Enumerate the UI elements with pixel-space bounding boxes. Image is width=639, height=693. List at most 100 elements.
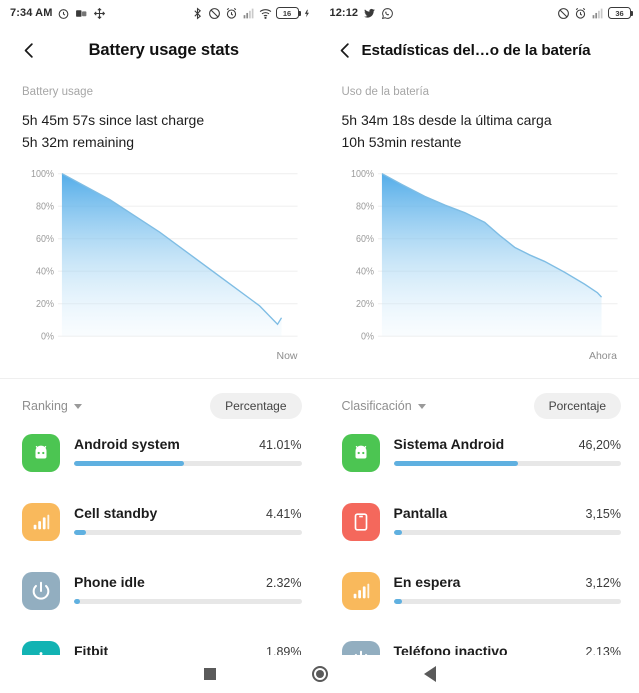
app-name: Sistema Android	[393, 436, 505, 452]
status-time: 12:12	[329, 7, 359, 19]
svg-text:40%: 40%	[36, 266, 54, 276]
usage-progress-fill	[393, 461, 518, 466]
circle-icon	[311, 666, 328, 682]
usage-progress-fill	[74, 599, 81, 604]
app-icon	[22, 503, 60, 541]
list-item[interactable]: Phone idle 2.32%	[22, 569, 302, 638]
battery-chart-svg: 100% 80% 60% 40% 20% 0%	[31, 169, 298, 341]
summary-section-label: Uso de la batería	[341, 86, 430, 98]
ranking-controls: Clasificación Porcentaje	[320, 379, 639, 431]
back-button[interactable]	[334, 31, 358, 69]
usage-progress-track	[74, 599, 302, 604]
recents-button[interactable]	[188, 659, 232, 689]
sort-dropdown[interactable]: Clasificación	[342, 399, 426, 413]
list-item-body: Sistema Android 46,20%	[393, 431, 621, 466]
list-item[interactable]: Android system 41.01%	[22, 431, 302, 500]
teams-icon	[75, 7, 88, 20]
usage-progress-fill	[393, 599, 402, 604]
battery-icon: 36	[608, 7, 633, 19]
dnd-icon	[557, 7, 570, 20]
battery-usage-summary: Uso de la batería 5h 34m 18s desde la úl…	[320, 74, 639, 153]
list-item[interactable]: En espera 3,12%	[341, 569, 621, 638]
svg-text:100%: 100%	[31, 169, 54, 179]
app-name: En espera	[393, 574, 461, 590]
app-name: Pantalla	[393, 505, 448, 521]
dnd-icon	[208, 7, 221, 20]
alarm-icon	[574, 7, 587, 20]
whatsapp-icon	[381, 7, 394, 20]
sort-dropdown[interactable]: Ranking	[22, 399, 82, 413]
battery-chart-right: 100% 80% 60% 40% 20% 0% Ahora	[340, 165, 620, 362]
remaining-text: 5h 32m remaining	[22, 134, 135, 150]
list-item[interactable]: Cell standby 4.41%	[22, 500, 302, 569]
sort-label: Clasificación	[341, 399, 412, 413]
chevron-down-icon	[73, 403, 82, 409]
back-nav-button[interactable]	[408, 659, 452, 689]
list-item-body: Pantalla 3,15%	[393, 500, 621, 535]
list-item-body: Cell standby 4.41%	[74, 500, 302, 535]
app-percent: 3,15%	[585, 507, 621, 521]
android-icon	[355, 445, 366, 459]
home-button[interactable]	[298, 659, 342, 689]
app-percent: 2.32%	[266, 576, 302, 590]
app-percent: 4.41%	[266, 507, 302, 521]
list-item[interactable]: Sistema Android 46,20%	[341, 431, 621, 500]
signal-bars-icon	[33, 514, 50, 530]
app-icon	[341, 503, 380, 541]
battery-chart-left: 100% 80% 60% 40% 20% 0% Now	[20, 165, 300, 362]
status-bar: 12:12 36	[320, 0, 639, 26]
svg-text:20%: 20%	[36, 299, 54, 309]
usage-progress-fill	[74, 530, 86, 535]
remaining-text: 10h 53min restante	[341, 134, 462, 150]
app-usage-list: Android system 41.01% Cell standby 4.41%	[0, 431, 320, 693]
status-bar-right: 36	[557, 7, 633, 20]
chevron-down-icon	[417, 403, 426, 409]
svg-text:0%: 0%	[41, 331, 54, 341]
battery-usage-summary: Battery usage 5h 45m 57s since last char…	[0, 74, 320, 153]
chart-now-label: Now	[276, 350, 298, 362]
android-icon	[35, 445, 47, 459]
svg-text:80%: 80%	[355, 201, 373, 211]
app-name: Cell standby	[74, 505, 158, 521]
svg-text:20%: 20%	[355, 299, 373, 309]
app-usage-list: Sistema Android 46,20% Pantalla 3,15% En…	[320, 431, 639, 693]
svg-text:60%: 60%	[36, 234, 54, 244]
sort-label: Ranking	[22, 399, 68, 413]
chart-now-label: Ahora	[588, 350, 617, 362]
alarm-icon	[225, 7, 238, 20]
charging-bolt-icon	[303, 7, 312, 20]
since-last-charge-text: 5h 34m 18s desde la última carga	[341, 112, 552, 128]
back-button[interactable]	[10, 31, 48, 69]
list-item[interactable]: Pantalla 3,15%	[341, 500, 621, 569]
usage-progress-track	[393, 530, 621, 535]
svg-text:100%: 100%	[350, 169, 373, 179]
percentage-toggle-button[interactable]: Percentage	[210, 393, 302, 419]
power-icon	[32, 581, 50, 600]
usage-progress-fill	[393, 530, 402, 535]
page-title: Battery usage stats	[88, 40, 239, 59]
signal-icon	[242, 7, 255, 20]
battery-icon: 16	[275, 7, 301, 19]
dual-screenshot: 7:34 AM 16 Battery usage stats Battery u…	[0, 0, 639, 693]
app-name: Phone idle	[74, 574, 145, 590]
back-icon	[340, 42, 349, 58]
app-icon	[22, 434, 60, 472]
battery-chart-svg: 100% 80% 60% 40% 20% 0%	[350, 169, 618, 341]
android-navigation-bar	[0, 655, 639, 693]
since-last-charge-text: 5h 45m 57s since last charge	[22, 112, 205, 128]
status-bar: 7:34 AM 16	[0, 0, 320, 26]
square-icon	[203, 668, 216, 680]
svg-text:80%: 80%	[36, 201, 54, 211]
app-name: Android system	[74, 436, 180, 452]
app-icon	[341, 572, 380, 610]
twitter-icon	[363, 7, 376, 20]
app-bar: Battery usage stats	[0, 26, 320, 74]
app-icon	[22, 572, 60, 610]
alarm-icon	[57, 7, 70, 20]
list-item-body: Android system 41.01%	[74, 431, 302, 466]
percentage-toggle-button[interactable]: Porcentaje	[533, 393, 621, 419]
wifi-icon	[259, 7, 272, 20]
usage-progress-fill	[74, 461, 185, 466]
svg-text:40%: 40%	[355, 266, 373, 276]
usage-progress-track	[74, 530, 302, 535]
